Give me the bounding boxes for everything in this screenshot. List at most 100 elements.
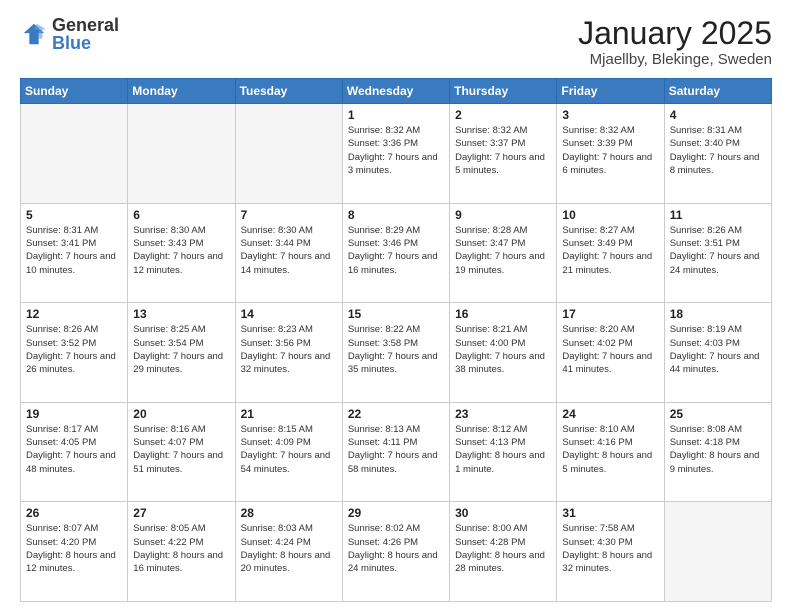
day-number-29: 29 [348, 506, 444, 520]
day-number-2: 2 [455, 108, 551, 122]
calendar-cell-4-5: 31 Sunrise: 7:58 AM Sunset: 4:30 PM Dayli… [557, 502, 664, 602]
calendar-cell-3-1: 20 Sunrise: 8:16 AM Sunset: 4:07 PM Dayli… [128, 402, 235, 502]
day-number-5: 5 [26, 208, 122, 222]
day-info-23: Sunrise: 8:12 AM Sunset: 4:13 PM Dayligh… [455, 423, 551, 476]
day-number-8: 8 [348, 208, 444, 222]
calendar-title: January 2025 [578, 16, 772, 51]
title-block: January 2025 Mjaellby, Blekinge, Sweden [578, 16, 772, 68]
day-number-27: 27 [133, 506, 229, 520]
day-number-20: 20 [133, 407, 229, 421]
day-info-4: Sunrise: 8:31 AM Sunset: 3:40 PM Dayligh… [670, 124, 766, 177]
day-info-19: Sunrise: 8:17 AM Sunset: 4:05 PM Dayligh… [26, 423, 122, 476]
header-sunday: Sunday [21, 79, 128, 104]
calendar-table: Sunday Monday Tuesday Wednesday Thursday… [20, 78, 772, 602]
calendar-cell-2-3: 15Sunrise: 8:22 AM Sunset: 3:58 PM Dayli… [342, 303, 449, 403]
day-number-14: 14 [241, 307, 337, 321]
calendar-cell-1-4: 9 Sunrise: 8:28 AM Sunset: 3:47 PM Daylig… [450, 203, 557, 303]
day-info-30: Sunrise: 8:00 AM Sunset: 4:28 PM Dayligh… [455, 522, 551, 575]
calendar-cell-2-0: 12Sunrise: 8:26 AM Sunset: 3:52 PM Dayli… [21, 303, 128, 403]
day-info-20: Sunrise: 8:16 AM Sunset: 4:07 PM Dayligh… [133, 423, 229, 476]
calendar-cell-4-0: 26 Sunrise: 8:07 AM Sunset: 4:20 PM Dayli… [21, 502, 128, 602]
calendar-cell-4-4: 30 Sunrise: 8:00 AM Sunset: 4:28 PM Dayli… [450, 502, 557, 602]
day-info-8: Sunrise: 8:29 AM Sunset: 3:46 PM Dayligh… [348, 224, 444, 277]
day-number-11: 11 [670, 208, 766, 222]
day-number-16: 16 [455, 307, 551, 321]
calendar-cell-0-4: 2 Sunrise: 8:32 AM Sunset: 3:37 PM Daylig… [450, 104, 557, 204]
day-info-13: Sunrise: 8:25 AM Sunset: 3:54 PM Dayligh… [133, 323, 229, 376]
calendar-cell-1-3: 8 Sunrise: 8:29 AM Sunset: 3:46 PM Daylig… [342, 203, 449, 303]
header-wednesday: Wednesday [342, 79, 449, 104]
day-info-10: Sunrise: 8:27 AM Sunset: 3:49 PM Dayligh… [562, 224, 658, 277]
calendar-cell-0-3: 1 Sunrise: 8:32 AM Sunset: 3:36 PM Daylig… [342, 104, 449, 204]
day-number-26: 26 [26, 506, 122, 520]
day-number-30: 30 [455, 506, 551, 520]
calendar-cell-3-3: 22 Sunrise: 8:13 AM Sunset: 4:11 PM Dayli… [342, 402, 449, 502]
day-number-28: 28 [241, 506, 337, 520]
logo-icon [20, 20, 48, 48]
calendar-cell-0-2 [235, 104, 342, 204]
calendar-cell-1-2: 7 Sunrise: 8:30 AM Sunset: 3:44 PM Daylig… [235, 203, 342, 303]
logo-general-text: General [52, 16, 119, 34]
week-row-4: 19Sunrise: 8:17 AM Sunset: 4:05 PM Dayli… [21, 402, 772, 502]
calendar-cell-4-1: 27Sunrise: 8:05 AM Sunset: 4:22 PM Dayli… [128, 502, 235, 602]
header-monday: Monday [128, 79, 235, 104]
header: General Blue January 2025 Mjaellby, Blek… [20, 16, 772, 68]
calendar-subtitle: Mjaellby, Blekinge, Sweden [578, 51, 772, 68]
calendar-cell-0-1 [128, 104, 235, 204]
day-info-16: Sunrise: 8:21 AM Sunset: 4:00 PM Dayligh… [455, 323, 551, 376]
week-row-5: 26 Sunrise: 8:07 AM Sunset: 4:20 PM Dayli… [21, 502, 772, 602]
day-number-18: 18 [670, 307, 766, 321]
day-info-7: Sunrise: 8:30 AM Sunset: 3:44 PM Dayligh… [241, 224, 337, 277]
day-number-3: 3 [562, 108, 658, 122]
day-number-9: 9 [455, 208, 551, 222]
calendar-cell-2-4: 16 Sunrise: 8:21 AM Sunset: 4:00 PM Dayli… [450, 303, 557, 403]
day-number-17: 17 [562, 307, 658, 321]
calendar-cell-2-6: 18Sunrise: 8:19 AM Sunset: 4:03 PM Dayli… [664, 303, 771, 403]
week-row-1: 1 Sunrise: 8:32 AM Sunset: 3:36 PM Daylig… [21, 104, 772, 204]
calendar-cell-0-5: 3Sunrise: 8:32 AM Sunset: 3:39 PM Daylig… [557, 104, 664, 204]
calendar-cell-0-6: 4Sunrise: 8:31 AM Sunset: 3:40 PM Daylig… [664, 104, 771, 204]
day-number-23: 23 [455, 407, 551, 421]
header-tuesday: Tuesday [235, 79, 342, 104]
page: General Blue January 2025 Mjaellby, Blek… [0, 0, 792, 612]
calendar-cell-3-6: 25 Sunrise: 8:08 AM Sunset: 4:18 PM Dayli… [664, 402, 771, 502]
logo-blue-text: Blue [52, 34, 119, 52]
calendar-cell-3-2: 21Sunrise: 8:15 AM Sunset: 4:09 PM Dayli… [235, 402, 342, 502]
day-info-25: Sunrise: 8:08 AM Sunset: 4:18 PM Dayligh… [670, 423, 766, 476]
day-info-21: Sunrise: 8:15 AM Sunset: 4:09 PM Dayligh… [241, 423, 337, 476]
day-number-22: 22 [348, 407, 444, 421]
day-info-15: Sunrise: 8:22 AM Sunset: 3:58 PM Dayligh… [348, 323, 444, 376]
day-number-6: 6 [133, 208, 229, 222]
calendar-cell-1-0: 5 Sunrise: 8:31 AM Sunset: 3:41 PM Daylig… [21, 203, 128, 303]
day-info-2: Sunrise: 8:32 AM Sunset: 3:37 PM Dayligh… [455, 124, 551, 177]
calendar-cell-4-2: 28 Sunrise: 8:03 AM Sunset: 4:24 PM Dayli… [235, 502, 342, 602]
day-number-7: 7 [241, 208, 337, 222]
day-number-1: 1 [348, 108, 444, 122]
logo: General Blue [20, 16, 119, 52]
week-row-2: 5 Sunrise: 8:31 AM Sunset: 3:41 PM Daylig… [21, 203, 772, 303]
day-info-12: Sunrise: 8:26 AM Sunset: 3:52 PM Dayligh… [26, 323, 122, 376]
day-number-24: 24 [562, 407, 658, 421]
day-info-1: Sunrise: 8:32 AM Sunset: 3:36 PM Dayligh… [348, 124, 444, 177]
day-number-25: 25 [670, 407, 766, 421]
calendar-cell-3-4: 23 Sunrise: 8:12 AM Sunset: 4:13 PM Dayli… [450, 402, 557, 502]
day-number-10: 10 [562, 208, 658, 222]
weekday-header-row: Sunday Monday Tuesday Wednesday Thursday… [21, 79, 772, 104]
day-info-22: Sunrise: 8:13 AM Sunset: 4:11 PM Dayligh… [348, 423, 444, 476]
day-info-24: Sunrise: 8:10 AM Sunset: 4:16 PM Dayligh… [562, 423, 658, 476]
day-info-14: Sunrise: 8:23 AM Sunset: 3:56 PM Dayligh… [241, 323, 337, 376]
calendar-cell-1-1: 6Sunrise: 8:30 AM Sunset: 3:43 PM Daylig… [128, 203, 235, 303]
header-saturday: Saturday [664, 79, 771, 104]
day-info-11: Sunrise: 8:26 AM Sunset: 3:51 PM Dayligh… [670, 224, 766, 277]
calendar-cell-2-2: 14 Sunrise: 8:23 AM Sunset: 3:56 PM Dayli… [235, 303, 342, 403]
calendar-cell-1-6: 11 Sunrise: 8:26 AM Sunset: 3:51 PM Dayli… [664, 203, 771, 303]
day-info-31: Sunrise: 7:58 AM Sunset: 4:30 PM Dayligh… [562, 522, 658, 575]
day-info-26: Sunrise: 8:07 AM Sunset: 4:20 PM Dayligh… [26, 522, 122, 575]
header-friday: Friday [557, 79, 664, 104]
day-info-9: Sunrise: 8:28 AM Sunset: 3:47 PM Dayligh… [455, 224, 551, 277]
day-info-5: Sunrise: 8:31 AM Sunset: 3:41 PM Dayligh… [26, 224, 122, 277]
calendar-cell-3-0: 19Sunrise: 8:17 AM Sunset: 4:05 PM Dayli… [21, 402, 128, 502]
calendar-cell-0-0 [21, 104, 128, 204]
day-info-28: Sunrise: 8:03 AM Sunset: 4:24 PM Dayligh… [241, 522, 337, 575]
day-number-31: 31 [562, 506, 658, 520]
